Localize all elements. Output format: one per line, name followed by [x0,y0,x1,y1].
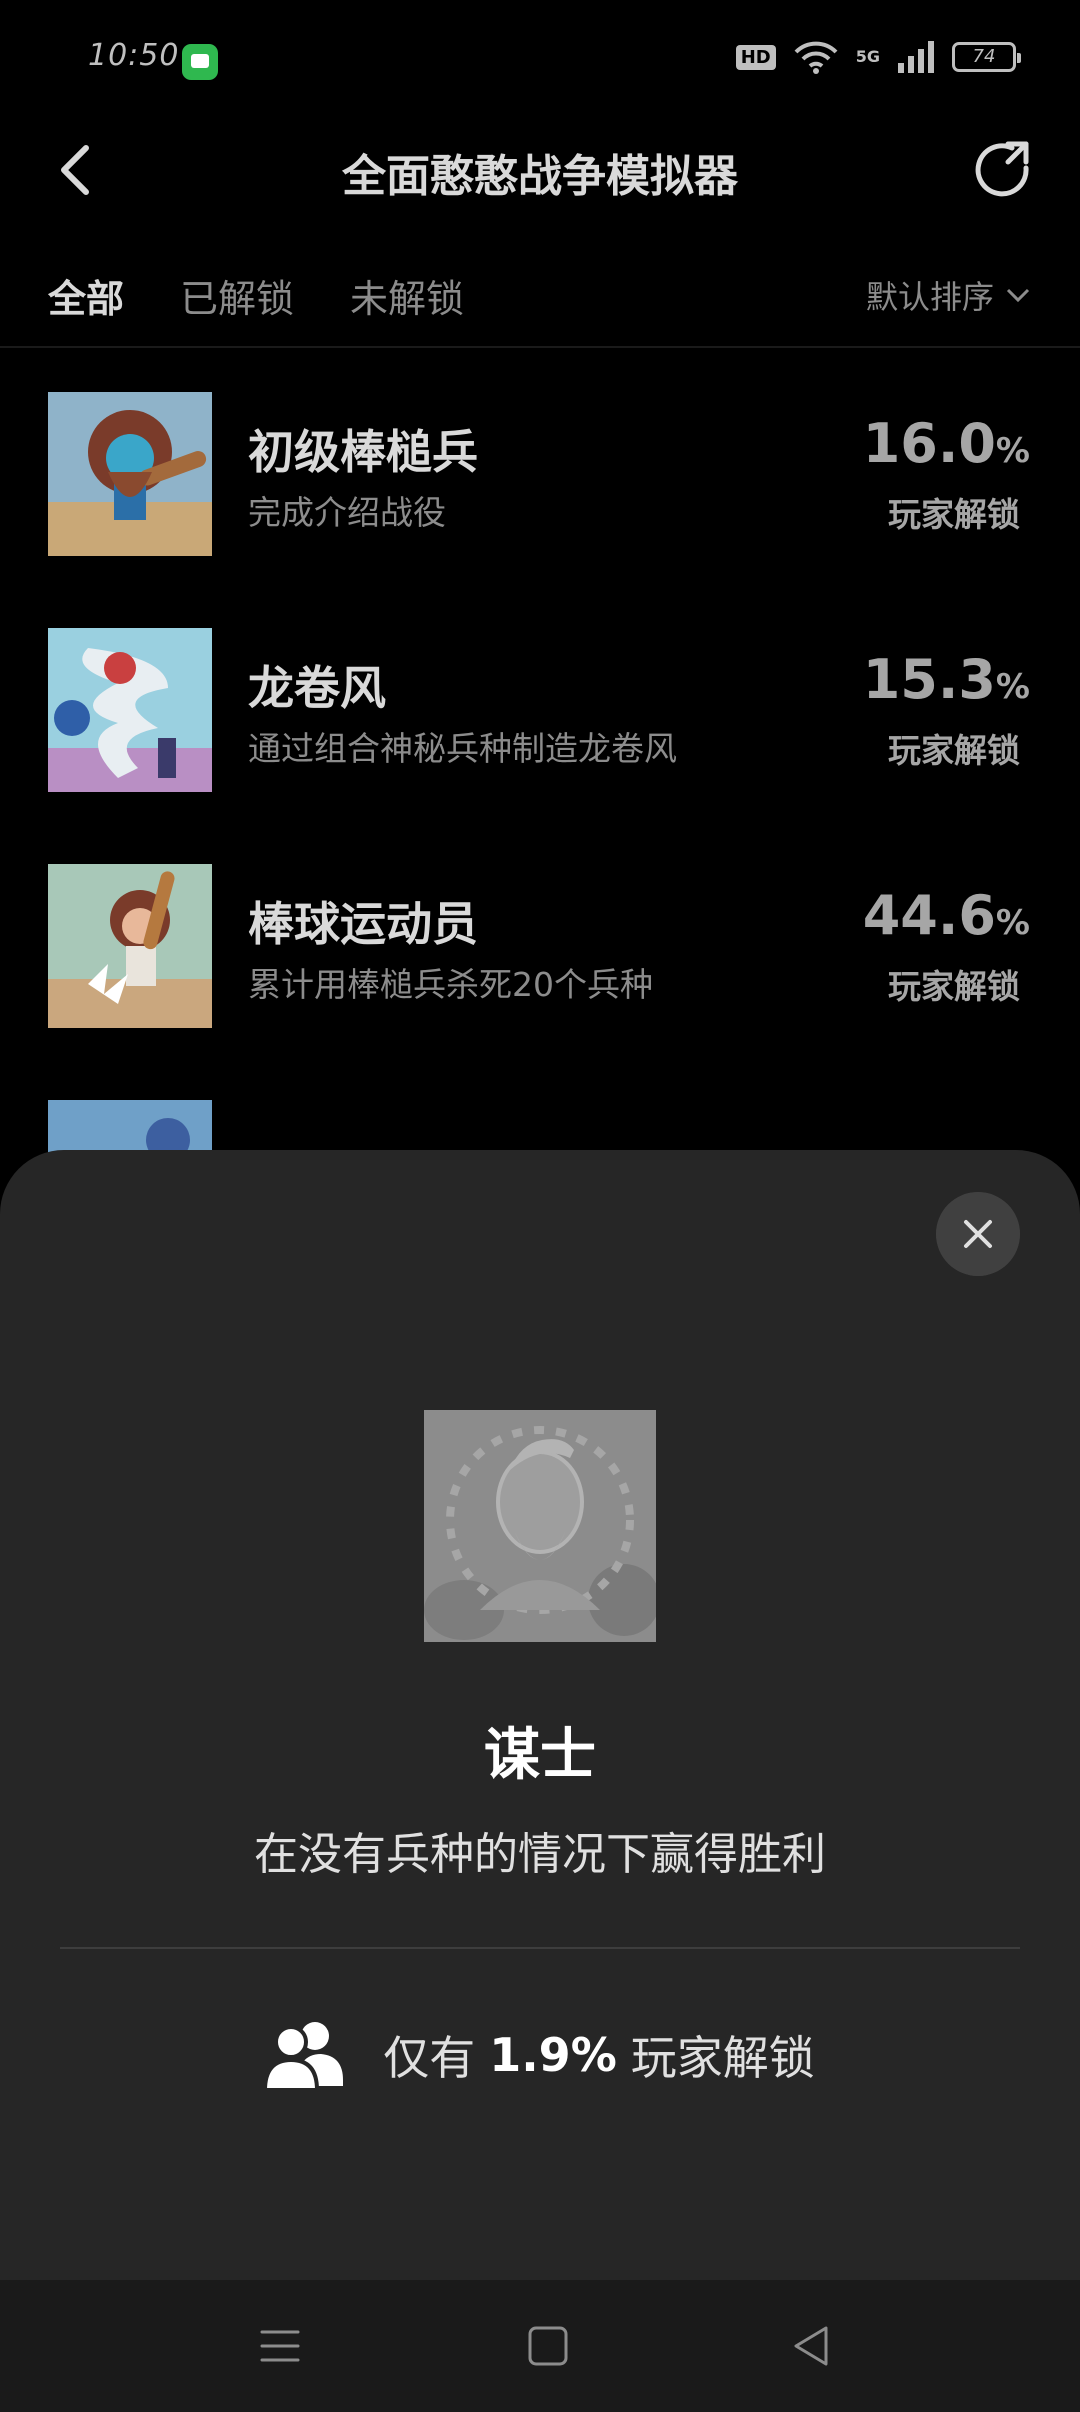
achievement-name: 初级棒槌兵 [248,425,478,479]
sort-label: 默认排序 [865,278,994,316]
system-nav-bar [0,2280,1080,2412]
detail-description: 在没有兵种的情况下赢得胜利 [254,1829,826,1880]
stat-prefix: 仅有 [383,2031,476,2085]
users-icon [265,2022,344,2090]
header: 全面憨憨战争模拟器 [0,120,1080,220]
percent-sign: % [995,903,1030,943]
achievement-image-locked [424,1410,656,1642]
screen: 10:50 HD 5G 74 全面憨憨战争模拟器 全部 已解锁 未解锁 默认排序… [0,0,1080,2412]
refresh-icon[interactable] [972,138,1036,202]
battery-level: 74 [972,46,996,67]
status-time: 10:50 [88,38,180,73]
percent-sign: % [995,431,1030,471]
network-type: 5G [855,47,880,66]
wifi-icon [794,41,838,74]
percent-value: 15.3 [862,648,996,711]
unlock-stat: 仅有 1.9% 玩家解锁 [0,2020,1080,2090]
achievement-percent: 16.0% [863,412,1030,475]
achievement-detail-sheet: 谋士 在没有兵种的情况下赢得胜利 仅有 1.9% 玩家解锁 [0,1150,1080,2280]
achievement-row[interactable]: 棒球运动员 累计用棒槌兵杀死20个兵种 44.6% 玩家解锁 [0,862,1080,1098]
tab-unlocked[interactable]: 已解锁 [180,268,294,323]
achievement-name: 棒球运动员 [248,897,478,951]
close-icon[interactable] [936,1192,1020,1276]
achievement-desc: 通过组合神秘兵种制造龙卷风 [248,729,677,768]
achievement-row[interactable]: 龙卷风 通过组合神秘兵种制造龙卷风 15.3% 玩家解锁 [0,626,1080,862]
achievement-percent-label: 玩家解锁 [888,731,1020,770]
tab-all[interactable]: 全部 [48,268,124,323]
percent-value: 44.6 [862,884,996,947]
achievement-percent: 15.3% [863,648,1030,711]
status-bar: 10:50 HD 5G 74 [0,0,1080,120]
home-icon[interactable] [522,2320,574,2372]
chevron-down-icon [1006,288,1030,303]
detail-title: 谋士 [484,1723,596,1788]
status-indicators: HD 5G 74 [735,40,1021,74]
hd-badge: HD [735,44,776,70]
achievement-percent-label: 玩家解锁 [888,967,1020,1006]
page-title: 全面憨憨战争模拟器 [342,151,738,202]
achievement-desc: 累计用棒槌兵杀死20个兵种 [248,965,653,1004]
achievement-row[interactable]: 初级棒槌兵 完成介绍战役 16.0% 玩家解锁 [0,390,1080,626]
message-app-icon [182,44,218,80]
filter-tabs: 全部 已解锁 未解锁 默认排序 [0,262,1080,348]
achievement-percent: 44.6% [863,884,1030,947]
achievement-thumbnail [48,628,212,792]
achievement-desc: 完成介绍战役 [248,493,446,532]
tab-locked[interactable]: 未解锁 [350,268,464,323]
back-triangle-icon[interactable] [786,2320,838,2372]
achievement-name: 龙卷风 [248,661,386,715]
stat-suffix: 玩家解锁 [630,2031,815,2085]
battery-icon: 74 [952,42,1021,72]
percent-sign: % [995,667,1030,707]
percent-value: 16.0 [862,412,996,475]
menu-icon[interactable] [254,2320,306,2372]
sort-dropdown[interactable]: 默认排序 [866,272,1030,318]
achievement-thumbnail [48,392,212,556]
divider [60,1947,1020,1949]
stat-percent: 1.9% [489,2028,617,2082]
achievement-thumbnail [48,864,212,1028]
achievement-percent-label: 玩家解锁 [888,495,1020,534]
signal-icon [898,41,934,73]
